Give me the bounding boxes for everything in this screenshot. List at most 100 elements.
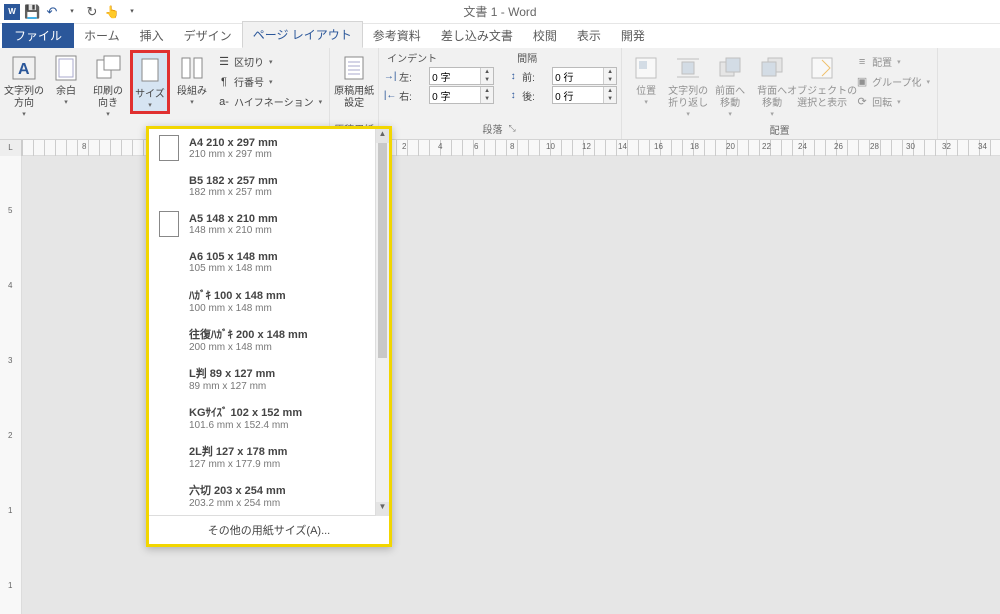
tab-mailings[interactable]: 差し込み文書 xyxy=(431,23,523,48)
text-direction-icon: A xyxy=(8,52,40,84)
size-name: L判 89 x 127 mm xyxy=(189,365,275,381)
indent-left-input[interactable]: ▲▼ xyxy=(429,67,494,85)
chevron-down-icon: ▾ xyxy=(897,98,901,106)
group-objects-button[interactable]: ▣グループ化▾ xyxy=(852,72,933,91)
page-thumb-icon xyxy=(159,135,179,161)
orientation-button[interactable]: 印刷の 向き ▾ xyxy=(88,50,128,120)
breaks-button[interactable]: ☰区切り▾ xyxy=(214,52,325,71)
space-after-icon: ↕ xyxy=(506,88,520,102)
indent-heading: インデント xyxy=(387,50,437,65)
chevron-down-icon: ▾ xyxy=(644,98,648,106)
align-button[interactable]: ≡配置▾ xyxy=(852,52,933,71)
undo-icon[interactable]: ↶ xyxy=(44,4,60,20)
space-after-input[interactable]: ▲▼ xyxy=(552,86,617,104)
align-icon: ≡ xyxy=(855,55,869,69)
vertical-ruler[interactable]: 543211 xyxy=(0,156,22,614)
size-button[interactable]: サイズ ▾ xyxy=(130,50,170,114)
spin-up-icon[interactable]: ▲ xyxy=(481,68,493,76)
size-option[interactable]: L判 89 x 127 mm89 mm x 127 mm xyxy=(149,359,389,398)
tab-developer[interactable]: 開発 xyxy=(611,23,655,48)
chevron-down-icon: ▾ xyxy=(190,98,194,106)
paragraph-launcher[interactable]: ⤡ xyxy=(507,123,518,134)
tab-file[interactable]: ファイル xyxy=(2,23,74,48)
size-dim: 200 mm x 148 mm xyxy=(189,342,308,353)
size-option[interactable]: ﾊｶﾞｷ 100 x 148 mm100 mm x 148 mm xyxy=(149,281,389,320)
ruler-v-number: 5 xyxy=(8,206,12,215)
selection-pane-icon xyxy=(806,52,838,84)
ruler-h-number: 22 xyxy=(762,142,771,151)
ruler-corner: L xyxy=(0,140,22,156)
spin-up-icon[interactable]: ▲ xyxy=(604,87,616,95)
bring-forward-button[interactable]: 前面へ 移動▾ xyxy=(710,50,750,120)
tab-references[interactable]: 参考資料 xyxy=(363,23,431,48)
space-before-input[interactable]: ▲▼ xyxy=(552,67,617,85)
tab-design[interactable]: デザイン xyxy=(174,23,242,48)
qat-customize-icon[interactable]: ▾ xyxy=(124,4,140,20)
ruler-h-number: 34 xyxy=(978,142,987,151)
dropdown-scrollbar[interactable]: ▲ ▼ xyxy=(375,129,389,516)
line-numbers-button[interactable]: ¶行番号▾ xyxy=(214,72,325,91)
text-wrap-button[interactable]: 文字列の 折り返し▾ xyxy=(668,50,708,120)
size-option[interactable]: 2L判 127 x 178 mm127 mm x 177.9 mm xyxy=(149,437,389,476)
scroll-down-icon[interactable]: ▼ xyxy=(376,502,389,516)
columns-icon xyxy=(176,52,208,84)
redo-icon[interactable]: ↻ xyxy=(84,4,100,20)
chevron-down-icon: ▾ xyxy=(927,78,931,86)
chevron-down-icon: ▾ xyxy=(22,110,26,118)
ruler-v-number: 2 xyxy=(8,431,12,440)
undo-dropdown-icon[interactable]: ▾ xyxy=(64,4,80,20)
size-dim: 182 mm x 257 mm xyxy=(189,187,278,198)
ruler-h-number: 12 xyxy=(582,142,591,151)
position-icon xyxy=(630,52,662,84)
spin-up-icon[interactable]: ▲ xyxy=(481,87,493,95)
size-option[interactable]: A5 148 x 210 mm148 mm x 210 mm xyxy=(149,205,389,243)
group-icon: ▣ xyxy=(855,75,869,89)
group-arrange: 位置▾ 文字列の 折り返し▾ 前面へ 移動▾ 背面へ 移動▾ オブジェクトの 選… xyxy=(622,48,938,139)
selection-pane-button[interactable]: オブジェクトの 選択と表示 xyxy=(794,50,850,112)
spin-up-icon[interactable]: ▲ xyxy=(604,68,616,76)
ribbon-tabs: ファイル ホーム 挿入 デザイン ページ レイアウト 参考資料 差し込み文書 校… xyxy=(0,24,1000,48)
rotate-button[interactable]: ⟳回転▾ xyxy=(852,92,933,111)
size-option[interactable]: A4 210 x 297 mm210 mm x 297 mm xyxy=(149,129,389,167)
spin-down-icon[interactable]: ▼ xyxy=(481,95,493,103)
tab-insert[interactable]: 挿入 xyxy=(130,23,174,48)
tab-home[interactable]: ホーム xyxy=(74,23,130,48)
chevron-down-icon: ▾ xyxy=(897,58,901,66)
more-paper-sizes[interactable]: その他の用紙サイズ(A)... xyxy=(149,515,389,544)
window-title: 文書 1 - Word xyxy=(0,3,1000,20)
spin-down-icon[interactable]: ▼ xyxy=(604,95,616,103)
manuscript-settings-button[interactable]: 原稿用紙 設定 xyxy=(334,50,374,112)
send-backward-button[interactable]: 背面へ 移動▾ xyxy=(752,50,792,120)
size-option[interactable]: 往復ﾊｶﾞｷ 200 x 148 mm200 mm x 148 mm xyxy=(149,320,389,359)
ruler-h-number: 26 xyxy=(834,142,843,151)
send-backward-icon xyxy=(756,52,788,84)
touch-mode-icon[interactable]: 👆 xyxy=(104,4,120,20)
tab-page-layout[interactable]: ページ レイアウト xyxy=(242,21,363,48)
spin-down-icon[interactable]: ▼ xyxy=(604,76,616,84)
spin-down-icon[interactable]: ▼ xyxy=(481,76,493,84)
chevron-down-icon: ▾ xyxy=(64,98,68,106)
position-button[interactable]: 位置▾ xyxy=(626,50,666,108)
size-option[interactable]: A6 105 x 148 mm105 mm x 148 mm xyxy=(149,243,389,281)
space-after-label: 後: xyxy=(522,88,550,103)
margins-button[interactable]: 余白 ▾ xyxy=(46,50,86,108)
size-dim: 100 mm x 148 mm xyxy=(189,303,286,314)
page-thumb-icon xyxy=(159,211,179,237)
margins-icon xyxy=(50,52,82,84)
scrollbar-thumb[interactable] xyxy=(378,143,387,358)
indent-right-input[interactable]: ▲▼ xyxy=(429,86,494,104)
rotate-icon: ⟳ xyxy=(855,95,869,109)
text-direction-button[interactable]: A 文字列の 方向 ▾ xyxy=(4,50,44,120)
size-dim: 148 mm x 210 mm xyxy=(189,225,278,236)
scroll-up-icon[interactable]: ▲ xyxy=(376,129,389,143)
size-option[interactable]: 六切 203 x 254 mm203.2 mm x 254 mm xyxy=(149,476,389,515)
size-option[interactable]: KGｻｲｽﾞ 102 x 152 mm101.6 mm x 152.4 mm xyxy=(149,398,389,437)
size-option[interactable]: B5 182 x 257 mm182 mm x 257 mm xyxy=(149,167,389,205)
columns-button[interactable]: 段組み ▾ xyxy=(172,50,212,108)
tab-review[interactable]: 校閲 xyxy=(523,23,567,48)
hyphenation-button[interactable]: a-ハイフネーション▾ xyxy=(214,92,325,111)
tab-view[interactable]: 表示 xyxy=(567,23,611,48)
group-label-arrange: 配置 xyxy=(770,122,790,137)
save-icon[interactable]: 💾 xyxy=(24,4,40,20)
chevron-down-icon: ▾ xyxy=(770,110,774,118)
